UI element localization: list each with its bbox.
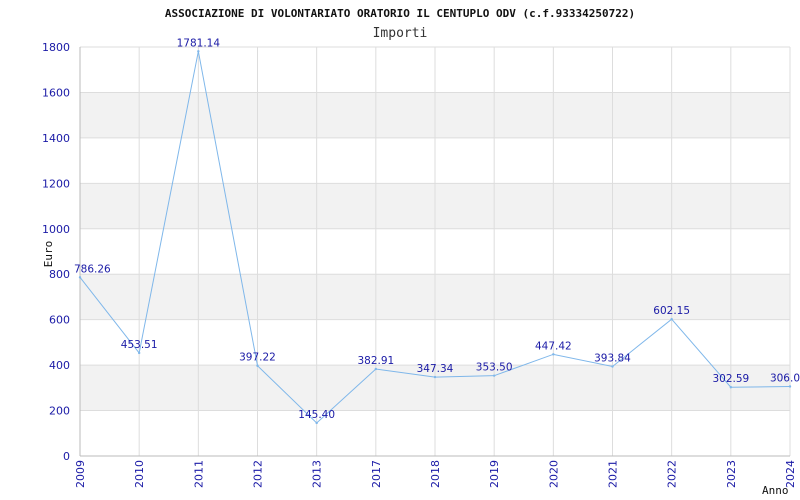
data-point bbox=[315, 421, 318, 425]
x-tick-label: 2023 bbox=[725, 460, 738, 488]
y-axis-label: Euro bbox=[42, 241, 55, 268]
data-label: 397.22 bbox=[239, 352, 276, 364]
y-tick-label: 600 bbox=[49, 314, 70, 327]
data-label: 382.91 bbox=[357, 355, 394, 367]
chart-subtitle: Importi bbox=[373, 26, 428, 41]
y-tick-label: 800 bbox=[49, 268, 70, 281]
y-tick-label: 400 bbox=[49, 359, 70, 372]
chart-title: ASSOCIAZIONE DI VOLONTARIATO ORATORIO IL… bbox=[165, 7, 635, 20]
y-tick-label: 0 bbox=[63, 450, 70, 463]
y-tick-label: 1000 bbox=[42, 223, 70, 236]
chart-container: 0 200 400 600 800 1000 1200 1400 1600 1800 2009 201… bbox=[0, 0, 800, 500]
y-tick-label: 1600 bbox=[42, 86, 70, 99]
data-label: 306.0 bbox=[770, 372, 800, 384]
x-tick-label: 2012 bbox=[252, 460, 265, 488]
data-label: 353.50 bbox=[476, 362, 513, 374]
data-label: 447.42 bbox=[535, 340, 572, 352]
line-chart: 0 200 400 600 800 1000 1200 1400 1600 1800 2009 201… bbox=[42, 7, 800, 497]
x-tick-label: 2021 bbox=[607, 460, 620, 488]
x-tick-label: 2011 bbox=[192, 460, 205, 488]
y-tick-label: 200 bbox=[49, 405, 70, 418]
data-point bbox=[670, 317, 673, 321]
x-tick-label: 2010 bbox=[133, 460, 146, 488]
x-tick-label: 2017 bbox=[370, 460, 383, 488]
data-label: 1781.14 bbox=[177, 37, 221, 49]
x-tick-label: 2018 bbox=[429, 460, 442, 488]
x-axis-label: Anno bbox=[762, 484, 789, 497]
data-point bbox=[729, 386, 733, 389]
data-label: 393.84 bbox=[594, 353, 631, 365]
data-label: 602.15 bbox=[653, 305, 690, 317]
x-tick-label: 2009 bbox=[74, 460, 87, 488]
y-tick-label: 1800 bbox=[42, 41, 70, 54]
y-tick-label: 1200 bbox=[42, 177, 70, 190]
x-tick-label: 2020 bbox=[547, 460, 560, 488]
data-label: 453.51 bbox=[121, 339, 158, 351]
data-point bbox=[611, 365, 614, 368]
x-tick-label: 2022 bbox=[666, 460, 679, 488]
data-point bbox=[137, 351, 141, 355]
data-point bbox=[78, 276, 82, 279]
y-tick-label: 1400 bbox=[42, 132, 70, 145]
data-point bbox=[433, 375, 437, 379]
data-label: 786.26 bbox=[74, 263, 111, 275]
data-point bbox=[788, 385, 792, 388]
data-label: 347.34 bbox=[417, 363, 454, 375]
data-point bbox=[197, 50, 200, 53]
x-tick-label: 2013 bbox=[311, 460, 324, 488]
x-tick-label: 2019 bbox=[488, 460, 501, 488]
data-point bbox=[552, 353, 555, 356]
data-label: 145.40 bbox=[298, 409, 335, 421]
data-point bbox=[374, 367, 378, 371]
data-point bbox=[492, 374, 496, 377]
data-label: 302.59 bbox=[712, 373, 749, 385]
data-point bbox=[256, 364, 259, 367]
